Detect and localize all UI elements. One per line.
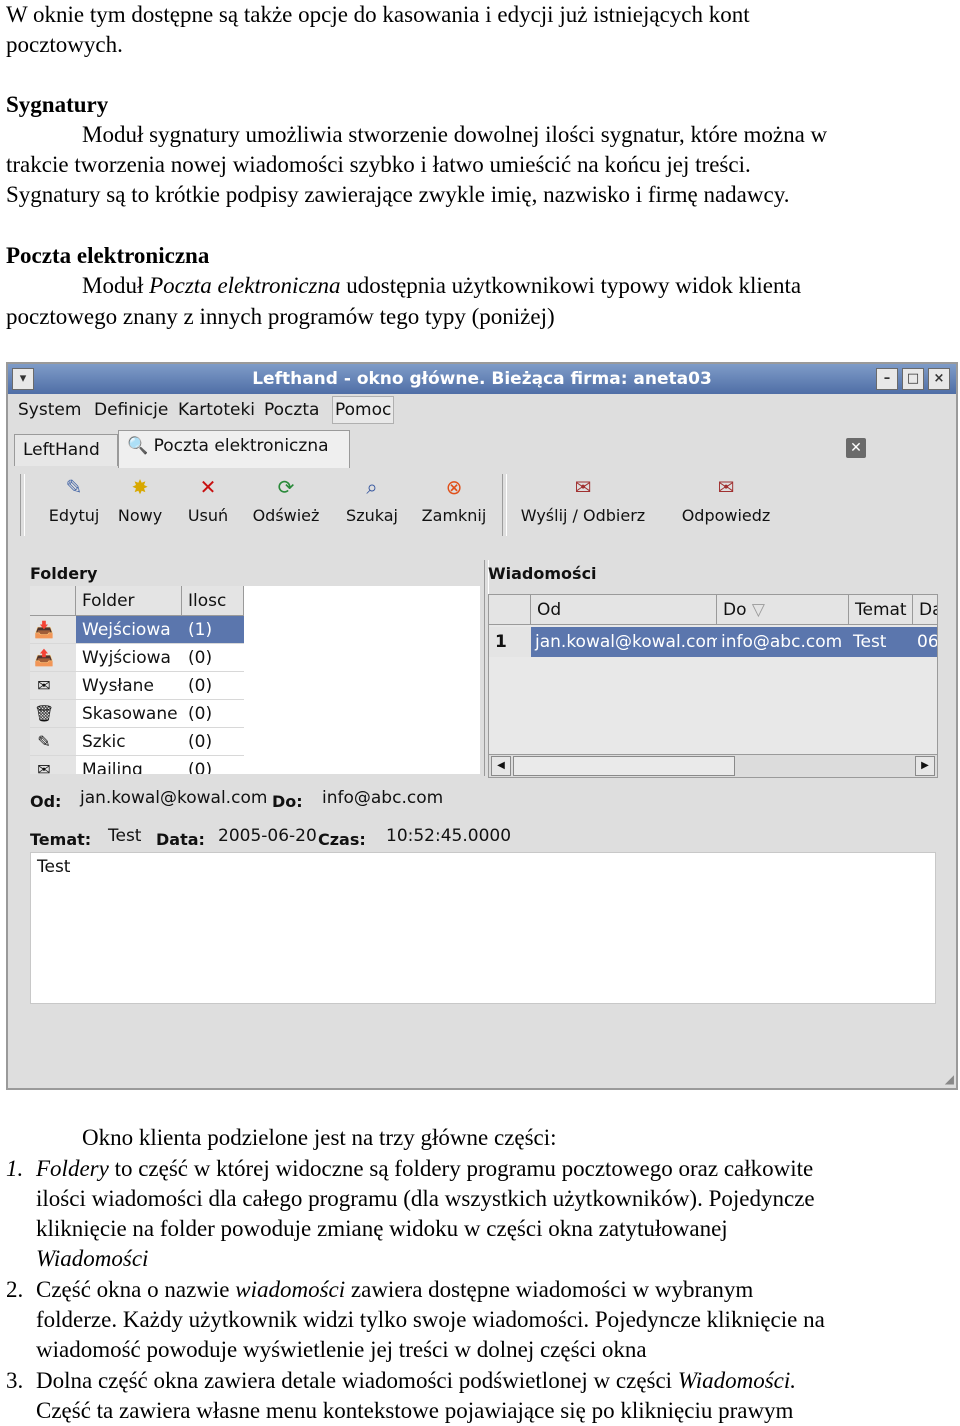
folders-label: Foldery (30, 564, 98, 583)
detail-time-label: Czas: (318, 830, 366, 849)
signatures-heading: Sygnatury (6, 92, 109, 117)
email-heading: Poczta elektroniczna (6, 243, 210, 268)
list-item-3-line-2: Część ta zawiera własne menu kontekstowe… (36, 1398, 794, 1423)
folders-grid: Folder Ilosc 📥 Wejściowa (1) 📤 Wyjściowa… (30, 586, 480, 774)
tab-poczta-elektroniczna[interactable]: 🔍 Poczta elektroniczna (118, 430, 350, 468)
trash-icon: 🗑 (34, 704, 55, 723)
inbox-icon: 📥 (34, 620, 54, 639)
email-line-2: pocztowego znany z innych programów tego… (6, 304, 555, 329)
mailing-icon: ✉ (37, 760, 51, 774)
new-icon: ✸ (131, 475, 149, 499)
list-item-1-line-1: 1. Foldery to część w której widoczne są … (6, 1156, 814, 1181)
list-item-1-line-3: kliknięcie na folder powoduje zmianę wid… (36, 1216, 728, 1241)
intro-line-1: W oknie tym dostępne są także opcje do k… (6, 2, 750, 27)
menu-definicje[interactable]: Definicje (94, 400, 168, 420)
list-item-1-line-4: Wiadomości (36, 1246, 149, 1271)
search-icon: 🔍 (127, 436, 149, 456)
send-receive-button[interactable]: ✉ Wyślij / Odbierz (508, 470, 658, 525)
message-header-subject[interactable]: Temat (849, 595, 913, 625)
menu-kartoteki[interactable]: Kartoteki (178, 400, 255, 420)
detail-subject-label: Temat: (30, 830, 92, 849)
edit-button[interactable]: ✎ Edytuj (36, 470, 112, 525)
signatures-line-2: trakcie tworzenia nowej wiadomości szybk… (6, 152, 751, 177)
list-item-2-line-3: wiadomość powoduje wyświetlenie jej treś… (36, 1337, 647, 1362)
detail-from-label: Od: (30, 792, 62, 811)
minimize-icon[interactable]: – (876, 368, 898, 390)
intro-line-2: pocztowych. (6, 32, 123, 57)
toolbar: ✎ Edytuj ✸ Nowy ✕ Usuń ⟳ Odśwież ⌕ Szukaj ⊗ Za… (18, 470, 946, 540)
folder-row-mailing[interactable]: ✉ Mailing (0) (30, 756, 480, 774)
detail-from-value: jan.kowal@kowal.com (80, 788, 268, 808)
list-item-3-line-1: 3. Dolna część okna zawiera detale wiadom… (6, 1368, 797, 1393)
email-line-1: Moduł Poczta elektroniczna udostępnia uż… (82, 273, 802, 298)
refresh-button[interactable]: ⟳ Odśwież (248, 470, 324, 525)
search-button[interactable]: ⌕ Szukaj (334, 470, 410, 525)
search-icon: ⌕ (366, 475, 378, 499)
menu-pomoc[interactable]: Pomoc (332, 396, 395, 424)
detail-date-value: 2005-06-20 (218, 826, 317, 846)
detail-subject-value: Test (108, 826, 142, 846)
draft-icon: ✎ (37, 732, 51, 751)
stop-icon: ⊗ (445, 475, 463, 499)
scroll-left-icon[interactable]: ◀ (491, 756, 511, 776)
close-tab-icon[interactable]: ✕ (846, 438, 866, 458)
resize-grip-icon[interactable]: ◢ (945, 1072, 954, 1086)
delete-button[interactable]: ✕ Usuń (170, 470, 246, 525)
signatures-line-3: Sygnatury są to krótkie podpisy zawieraj… (6, 182, 790, 207)
message-body[interactable]: Test (30, 852, 936, 1004)
detail-date-label: Data: (156, 830, 205, 849)
toolbar-separator (502, 474, 507, 536)
message-header-from[interactable]: Od (531, 595, 717, 625)
folder-row-skasowane[interactable]: 🗑 Skasowane (0) (30, 700, 480, 728)
signatures-line-1: Moduł sygnatury umożliwia stworzenie dow… (82, 122, 828, 147)
refresh-icon: ⟳ (277, 475, 295, 499)
sent-icon: ✉ (37, 676, 51, 695)
reply-button[interactable]: ✉ Odpowiedz (670, 470, 782, 525)
messages-label: Wiadomości (488, 564, 597, 583)
menu-system[interactable]: System (18, 400, 81, 420)
outbox-icon: 📤 (34, 648, 54, 667)
messages-horizontal-scrollbar[interactable]: ◀ ▶ (489, 754, 937, 777)
folder-row-wyjsciowa[interactable]: 📤 Wyjściowa (0) (30, 644, 480, 672)
folder-row-szkic[interactable]: ✎ Szkic (0) (30, 728, 480, 756)
menu-poczta[interactable]: Poczta (264, 400, 319, 420)
list-item-2-line-1: 2. Część okna o nazwie wiadomości zawiera… (6, 1277, 754, 1302)
reply-icon: ✉ (717, 475, 735, 499)
message-header-to[interactable]: Do ▽ (717, 595, 849, 625)
sort-icon: ▽ (751, 600, 765, 620)
messages-grid: Od Do ▽ Temat Da 1 jan.kowal@kowal.com i… (488, 594, 938, 778)
close-window-icon[interactable]: × (928, 368, 950, 390)
window-titlebar: ▾ Lefthand - okno główne. Bieżąca firma:… (8, 364, 956, 394)
new-button[interactable]: ✸ Nowy (102, 470, 178, 525)
folder-header-name[interactable]: Folder (76, 586, 182, 616)
message-row[interactable]: 1 jan.kowal@kowal.com info@abc.com Test … (489, 627, 937, 657)
mail-client-window: ▾ Lefthand - okno główne. Bieżąca firma:… (6, 362, 958, 1090)
detail-to-value: info@abc.com (322, 788, 444, 808)
message-header-date[interactable]: Da (913, 595, 937, 625)
tab-lefthand[interactable]: LeftHand (14, 434, 118, 466)
send-receive-icon: ✉ (574, 475, 592, 499)
list-item-1-line-2: ilości wiadomości dla całego programu (d… (36, 1186, 815, 1211)
menu-bar: System Definicje Kartoteki Poczta Pomoc (8, 394, 956, 426)
folder-header-count[interactable]: Ilosc (182, 586, 244, 616)
maximize-icon[interactable]: □ (902, 368, 924, 390)
folder-row-wejsciowa[interactable]: 📥 Wejściowa (1) (30, 616, 480, 644)
window-title: Lefthand - okno główne. Bieżąca firma: a… (252, 369, 712, 389)
toolbar-separator (20, 474, 25, 536)
scrollbar-thumb[interactable] (513, 756, 735, 776)
list-item-2-line-2: folderze. Każdy użytkownik widzi tylko s… (36, 1307, 825, 1332)
delete-icon: ✕ (199, 475, 217, 499)
tab-bar: LeftHand 🔍 Poczta elektroniczna (8, 426, 956, 470)
detail-to-label: Do: (272, 792, 303, 811)
folder-row-wyslane[interactable]: ✉ Wysłane (0) (30, 672, 480, 700)
message-header-num (489, 595, 531, 625)
folder-header-icon (30, 586, 76, 616)
close-button[interactable]: ⊗ Zamknij (416, 470, 492, 525)
parts-intro: Okno klienta podzielone jest na trzy głó… (82, 1125, 557, 1150)
scroll-right-icon[interactable]: ▶ (915, 756, 935, 776)
edit-icon: ✎ (65, 475, 83, 499)
detail-time-value: 10:52:45.0000 (386, 826, 512, 846)
